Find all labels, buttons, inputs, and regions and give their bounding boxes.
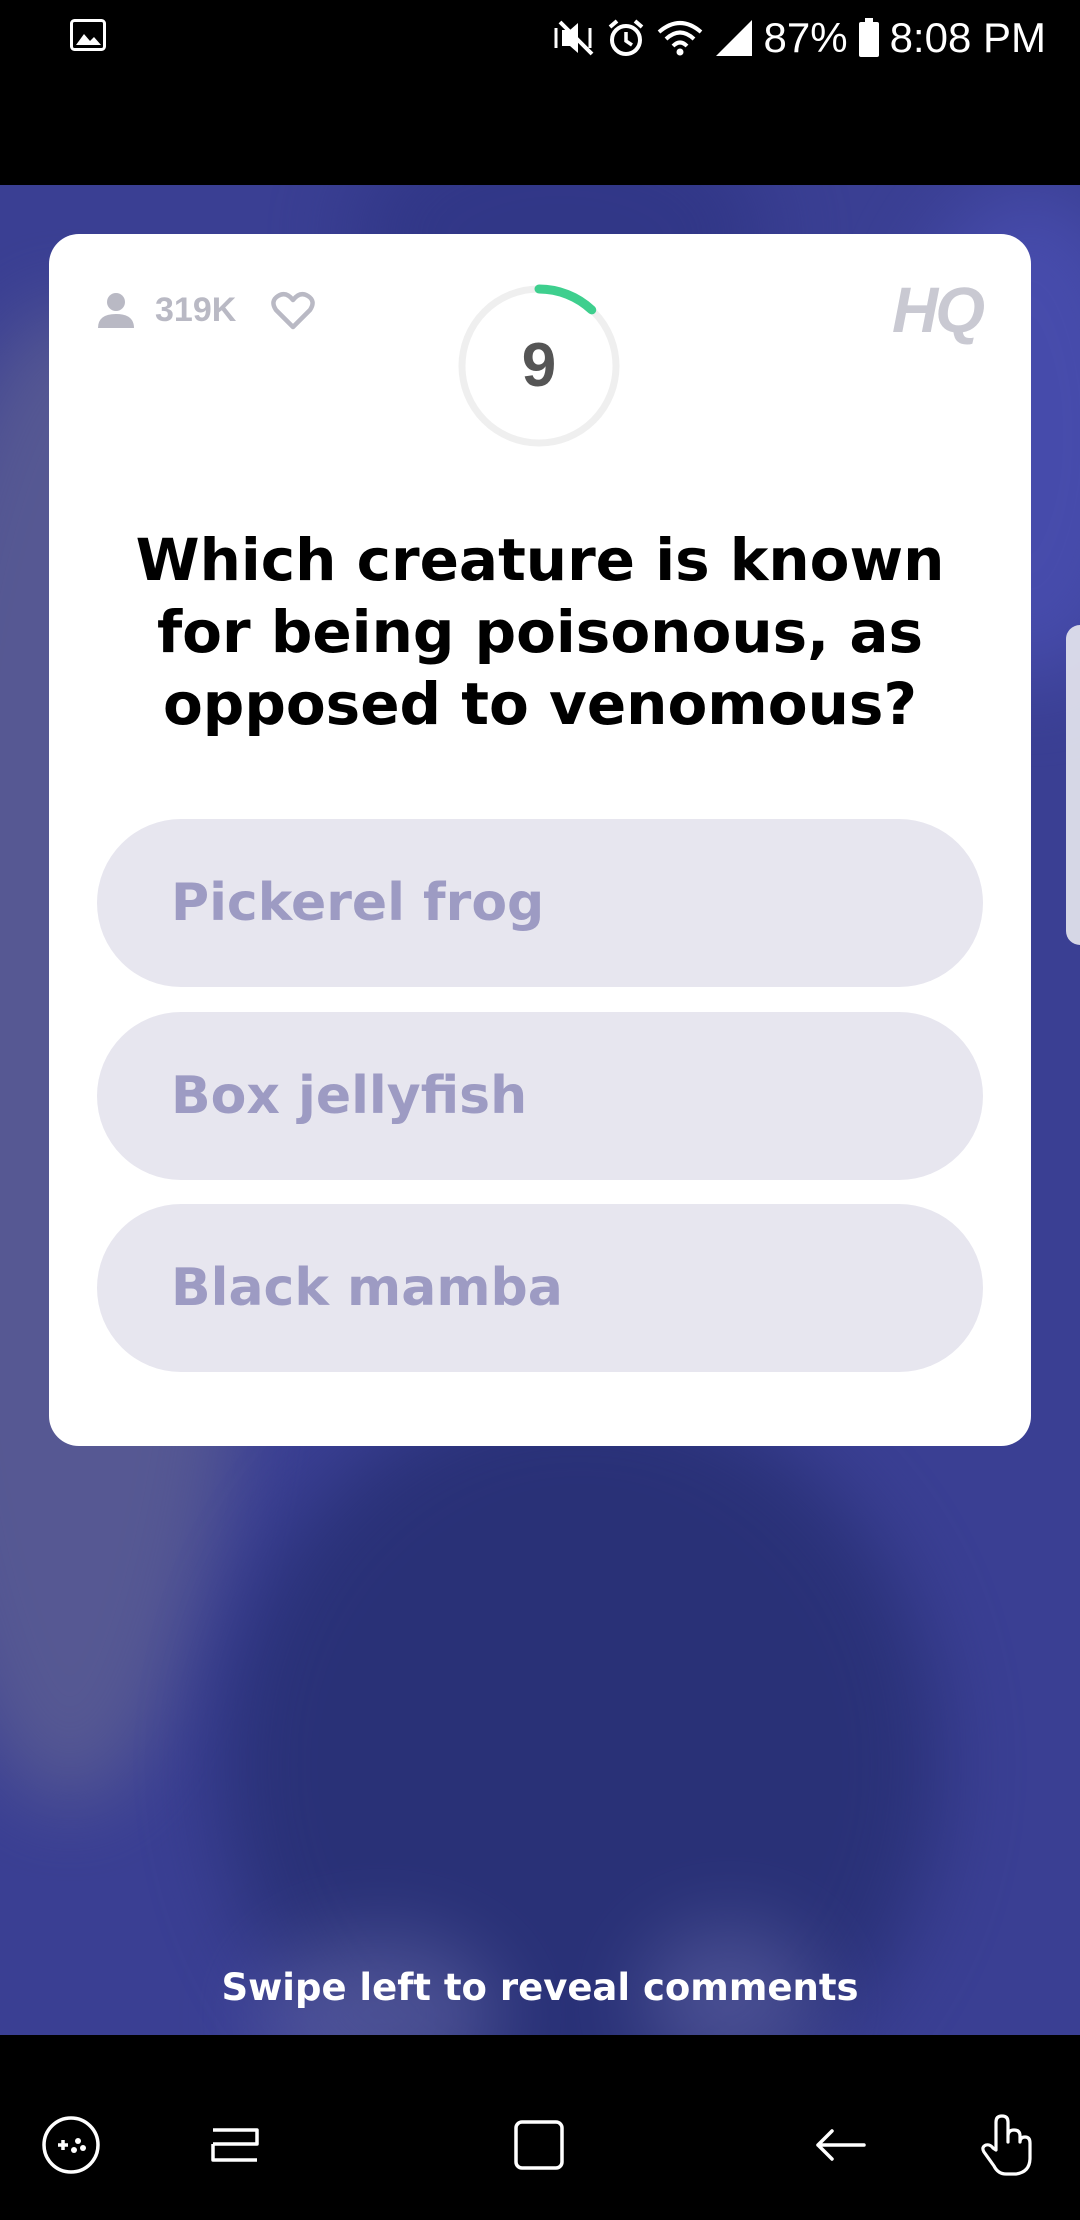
answer-option[interactable]: Black mamba <box>97 1204 983 1372</box>
answer-option[interactable]: Pickerel frog <box>97 819 983 987</box>
recents-button[interactable] <box>201 2110 271 2180</box>
hq-logo: HQ <box>892 274 985 346</box>
clock: 8:08 PM <box>889 14 1046 61</box>
navigation-bar <box>0 2035 1080 2220</box>
answer-label: Pickerel frog <box>171 873 545 933</box>
alarm-icon <box>608 19 643 56</box>
game-tools-button[interactable] <box>36 2110 106 2180</box>
mute-vibrate-icon <box>554 20 593 56</box>
recents-icon <box>211 2128 259 2162</box>
back-button[interactable] <box>806 2110 876 2180</box>
home-icon <box>514 2120 564 2170</box>
question-card: 319K 9 HQ Which creature is known for be… <box>49 234 1031 1446</box>
wifi-icon <box>657 21 702 56</box>
signal-icon <box>715 20 752 56</box>
battery-percent: 87% <box>763 14 848 61</box>
touch-icon <box>981 2114 1032 2176</box>
answer-option[interactable]: Box jellyfish <box>97 1012 983 1180</box>
battery-icon <box>858 18 879 57</box>
swipe-hint: Swipe left to reveal comments <box>221 1966 859 2009</box>
question-text: Which creature is known for being poison… <box>135 526 945 738</box>
viewer-count: 319K <box>155 291 237 329</box>
countdown-timer: 9 <box>456 283 622 449</box>
status-icons: 87% 8:08 PM <box>552 0 1046 76</box>
heart-icon[interactable] <box>271 291 315 331</box>
status-bar: 87% 8:08 PM <box>0 0 1080 76</box>
gallery-icon <box>70 19 106 51</box>
answer-label: Box jellyfish <box>171 1066 528 1126</box>
touch-button[interactable] <box>972 2110 1042 2180</box>
game-tools-icon <box>42 2116 100 2174</box>
timer-value: 9 <box>521 331 557 400</box>
person-icon <box>98 293 134 328</box>
home-button[interactable] <box>504 2110 574 2180</box>
side-panel-handle[interactable] <box>1066 625 1080 945</box>
back-icon <box>816 2129 866 2161</box>
answer-label: Black mamba <box>171 1258 563 1318</box>
